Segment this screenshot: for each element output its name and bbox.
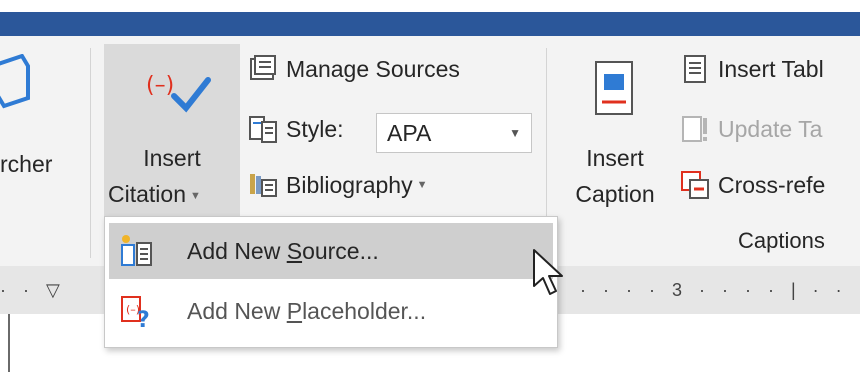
insert-citation-menu: Add New Source... (–) ? Add New Placehol…: [104, 216, 558, 348]
partial-researcher-label: rcher: [0, 151, 53, 177]
ruler-left: · · ▽: [0, 280, 66, 300]
add-new-source-label: Add New Source...: [187, 238, 379, 265]
top-strip: [0, 0, 860, 12]
manage-sources-icon: [250, 55, 276, 80]
style-control: Style:: [248, 114, 344, 144]
add-new-placeholder-pre: Add New: [187, 297, 287, 324]
insert-citation-icon: (–): [146, 73, 211, 113]
cross-reference-icon: [681, 171, 709, 199]
add-new-source-pre: Add New: [187, 237, 287, 264]
title-bar: [0, 12, 860, 36]
add-placeholder-icon: (–) ?: [121, 296, 150, 329]
add-new-source-post: ource...: [302, 237, 379, 264]
chevron-down-icon: ▼: [416, 179, 428, 191]
update-table-label: Update Ta: [718, 115, 823, 142]
group-separator: [90, 48, 91, 258]
bibliography-icon: [250, 174, 277, 197]
manage-sources-label: Manage Sources: [286, 55, 460, 82]
insert-citation-button[interactable]: (–) Insert Citation ▼: [104, 44, 240, 216]
cross-reference-label: Cross-refe: [718, 171, 826, 198]
style-value: APA: [387, 119, 432, 146]
style-label: Style:: [286, 115, 344, 142]
insert-table-label: Insert Tabl: [718, 55, 824, 82]
add-new-placeholder-mnemonic: P: [286, 297, 303, 324]
cross-reference-button[interactable]: Cross-refe: [680, 170, 825, 200]
researcher-icon: [0, 54, 30, 109]
style-icon: [249, 116, 277, 143]
document-edge: [8, 314, 10, 372]
partial-researcher-button[interactable]: rcher: [0, 48, 80, 218]
svg-text:(–): (–): [146, 73, 174, 98]
chevron-down-icon: ▼: [189, 189, 201, 202]
menu-item-add-new-source[interactable]: Add New Source...: [109, 223, 553, 279]
ruler-right: · · · · 3 · · · · | · · ·: [580, 280, 860, 300]
add-new-source-mnemonic: S: [286, 237, 303, 264]
manage-sources-button[interactable]: Manage Sources: [248, 54, 460, 84]
bibliography-button[interactable]: Bibliography ▼: [248, 170, 427, 200]
insert-caption-line1: Insert: [586, 145, 644, 171]
style-dropdown[interactable]: APA ▼: [376, 113, 532, 153]
insert-caption-button[interactable]: Insert Caption: [560, 44, 670, 216]
insert-citation-line2: Citation: [108, 181, 186, 207]
add-new-placeholder-post: laceholder...: [302, 297, 427, 324]
captions-group-label: Captions: [738, 228, 825, 253]
add-source-icon: [121, 235, 152, 266]
insert-table-icon: [684, 55, 706, 83]
bibliography-label: Bibliography: [286, 171, 413, 198]
insert-caption-icon: [595, 61, 633, 115]
svg-text:?: ?: [137, 308, 150, 329]
update-table-button[interactable]: Update Ta: [680, 114, 822, 144]
mouse-cursor-icon: [533, 249, 563, 295]
insert-caption-line2: Caption: [575, 181, 655, 207]
add-new-placeholder-label: Add New Placeholder...: [187, 298, 426, 325]
menu-item-add-new-placeholder[interactable]: (–) ? Add New Placeholder...: [109, 283, 553, 339]
dropdown-arrow-icon: ▼: [509, 126, 521, 140]
insert-table-of-figures-button[interactable]: Insert Tabl: [680, 54, 824, 84]
insert-citation-line1: Insert: [143, 145, 201, 171]
update-table-icon: [682, 116, 707, 142]
